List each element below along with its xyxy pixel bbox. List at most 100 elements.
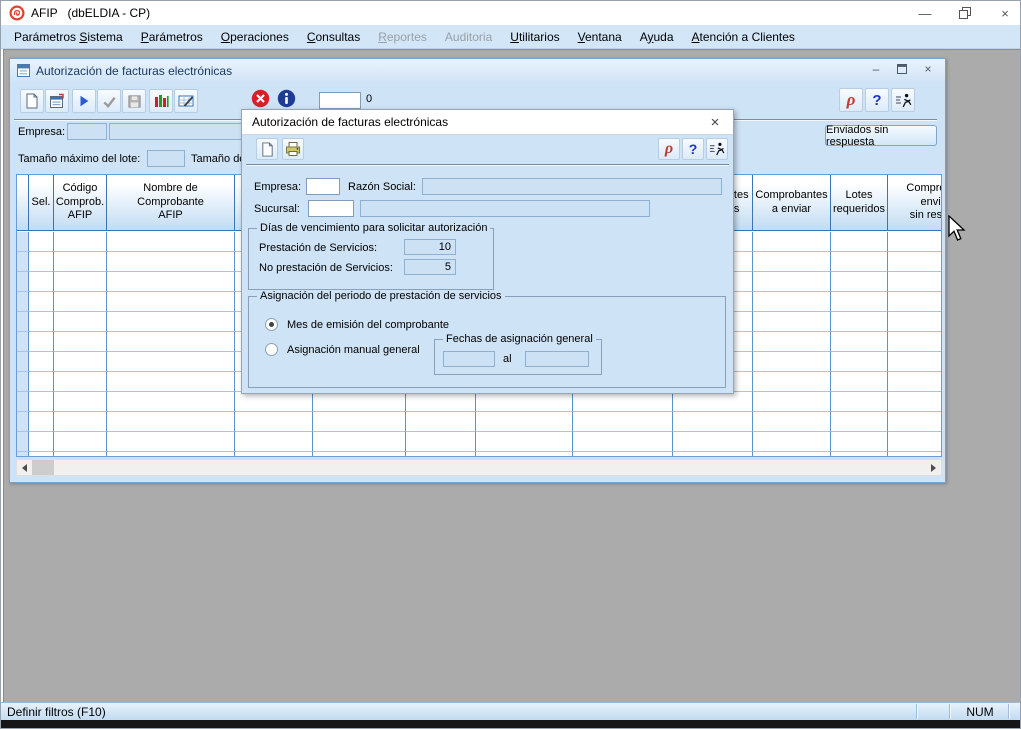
fechas-separator-label: al <box>503 353 512 366</box>
column-header-3[interactable]: Nombre de Comprobante AFIP <box>107 175 235 230</box>
child-titlebar[interactable]: Autorización de facturas electrónicas – … <box>10 59 945 83</box>
radio-button-icon[interactable] <box>265 318 278 331</box>
scrollbar-thumb[interactable] <box>32 460 54 475</box>
menu-item-8[interactable]: Ventana <box>569 27 631 47</box>
table-cell <box>29 352 54 372</box>
table-cell <box>29 452 54 456</box>
radio-button-icon[interactable] <box>265 343 278 356</box>
table-cell <box>29 232 54 252</box>
scroll-right-button[interactable] <box>926 460 941 475</box>
child-minimize-button[interactable]: – <box>869 62 883 76</box>
run-button[interactable] <box>72 89 96 113</box>
table-row[interactable] <box>17 392 941 412</box>
confirm-button[interactable] <box>97 89 121 113</box>
table-cell <box>831 392 888 412</box>
dialog-print-button[interactable] <box>282 138 304 160</box>
new-document-button[interactable] <box>20 89 44 113</box>
dialog-close-icon[interactable]: × <box>705 112 725 132</box>
table-cell <box>888 232 941 252</box>
horizontal-scrollbar[interactable] <box>16 459 942 476</box>
table-cell <box>235 412 313 432</box>
column-header-2[interactable]: Código Comprob. AFIP <box>54 175 107 230</box>
menu-item-10[interactable]: Atención a Clientes <box>683 27 804 47</box>
batch-size-field[interactable] <box>147 150 185 167</box>
menu-item-3[interactable]: Operaciones <box>212 27 298 47</box>
table-cell <box>888 412 941 432</box>
table-row[interactable] <box>17 452 941 456</box>
exit-button[interactable]: ρ <box>839 88 863 112</box>
column-header-11[interactable]: Lotes requeridos <box>831 175 888 230</box>
table-cell <box>313 392 406 412</box>
dialog-help-button[interactable]: ? <box>682 138 704 160</box>
menu-item-9[interactable]: Ayuda <box>631 27 683 47</box>
table-cell <box>107 372 235 392</box>
table-cell <box>888 312 941 332</box>
table-cell <box>406 392 476 412</box>
save-button[interactable] <box>122 89 146 113</box>
properties-form-button[interactable] <box>45 89 69 113</box>
app-logo-icon <box>9 5 25 26</box>
minimize-button[interactable]: — <box>916 5 934 21</box>
table-cell <box>831 252 888 272</box>
menu-bar: Parámetros SistemaParámetrosOperacionesC… <box>1 25 1020 49</box>
table-cell <box>573 392 673 412</box>
window-bottom-edge <box>1 720 1021 729</box>
batch-columns-button[interactable] <box>149 89 173 113</box>
table-cell <box>753 412 831 432</box>
menu-item-1[interactable]: Parámetros Sistema <box>5 27 132 47</box>
dialog-empresa-field[interactable] <box>306 178 340 195</box>
table-cell <box>753 252 831 272</box>
menu-item-4[interactable]: Consultas <box>298 27 369 47</box>
enviados-sin-respuesta-button[interactable]: Enviados sin respuesta <box>825 125 937 146</box>
table-cell <box>107 452 235 456</box>
table-cell <box>753 332 831 352</box>
table-row[interactable] <box>17 432 941 452</box>
empresa-code-field[interactable] <box>67 123 107 140</box>
menu-item-7[interactable]: Utilitarios <box>501 27 568 47</box>
table-cell <box>753 432 831 452</box>
row-selector-cell <box>17 452 29 456</box>
fechas-group-legend: Fechas de asignación general <box>443 333 596 345</box>
table-cell <box>54 332 107 352</box>
table-cell <box>888 432 941 452</box>
dialog-exit-button[interactable]: ρ <box>658 138 680 160</box>
scroll-left-button[interactable] <box>17 460 32 475</box>
help-button[interactable]: ? <box>865 88 889 112</box>
column-header-1[interactable]: Sel. <box>29 175 54 230</box>
dialog-new-document-button[interactable] <box>256 138 278 160</box>
dialog-titlebar[interactable]: Autorización de facturas electrónicas × <box>242 110 733 135</box>
counter-box <box>319 92 361 109</box>
row-selector-cell <box>17 432 29 452</box>
close-button[interactable]: × <box>996 5 1014 21</box>
asignacion-group: Asignación del periodo de prestación de … <box>248 296 726 388</box>
sucursal-field[interactable] <box>308 200 354 217</box>
table-cell <box>753 372 831 392</box>
row-selector-cell <box>17 272 29 292</box>
table-cell <box>888 252 941 272</box>
child-close-button[interactable]: × <box>921 62 935 76</box>
menu-item-2[interactable]: Parámetros <box>132 27 212 47</box>
main-titlebar[interactable]: AFIP (dbELDIA - CP) — × <box>1 1 1020 25</box>
grid-edit-button[interactable] <box>174 89 198 113</box>
table-cell <box>573 412 673 432</box>
razon-social-label: Razón Social: <box>348 181 416 194</box>
table-cell <box>406 432 476 452</box>
table-row[interactable] <box>17 412 941 432</box>
child-maximize-button[interactable] <box>895 62 909 76</box>
dialog-process-runner-button[interactable] <box>706 138 728 160</box>
fechas-group: Fechas de asignación general al <box>434 339 602 375</box>
no-prestacion-field: 5 <box>404 259 456 275</box>
process-runner-button[interactable] <box>891 88 915 112</box>
column-header-12[interactable]: Comprobantes enviados sin respuesta <box>888 175 941 230</box>
table-cell <box>476 452 573 456</box>
table-cell <box>235 392 313 412</box>
window-title: AFIP (dbELDIA - CP) <box>31 6 150 20</box>
column-header-10[interactable]: Comprobantes a enviar <box>753 175 831 230</box>
table-cell <box>406 452 476 456</box>
table-cell <box>753 312 831 332</box>
dialog-toolbar-separator <box>246 164 729 166</box>
restore-button[interactable] <box>956 5 974 21</box>
table-cell <box>753 352 831 372</box>
column-header-0[interactable] <box>17 175 29 230</box>
radio-mes-emision-label: Mes de emisión del comprobante <box>287 319 449 332</box>
